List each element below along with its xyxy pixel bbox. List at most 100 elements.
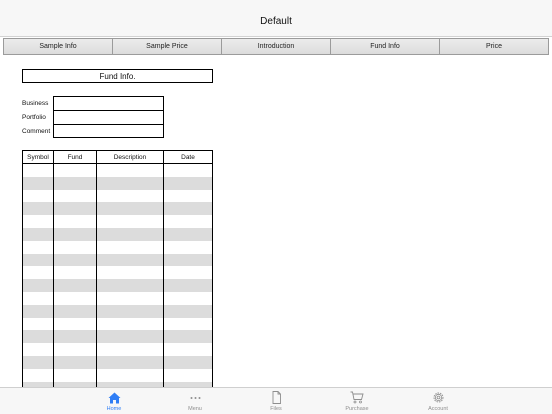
- table-cell: [23, 317, 54, 331]
- tabbar-label-menu: Menu: [188, 406, 202, 412]
- tabbar-label-home: Home: [106, 406, 122, 412]
- tab-introduction[interactable]: Introduction: [222, 39, 331, 54]
- table-row[interactable]: [23, 164, 212, 177]
- table-cell: [54, 368, 97, 382]
- table-row[interactable]: [23, 227, 212, 241]
- table-row[interactable]: [23, 317, 212, 331]
- table-row[interactable]: [23, 215, 212, 228]
- portfolio-field[interactable]: [53, 110, 164, 124]
- tabbar-label-purchase: Purchase: [345, 406, 369, 412]
- table-cell: [54, 279, 97, 292]
- table-cell: [54, 304, 97, 318]
- table-cell: [23, 253, 54, 267]
- table-cell: [97, 176, 164, 190]
- tabbar-item-home[interactable]: Home: [74, 388, 155, 414]
- table-cell: [164, 343, 212, 356]
- table-cell: [54, 176, 97, 190]
- comment-label: Comment: [22, 127, 51, 135]
- table-cell: [97, 368, 164, 382]
- table-cell: [164, 190, 212, 203]
- table-cell: [97, 164, 164, 177]
- table-cell: [54, 215, 97, 228]
- tabbar-item-files[interactable]: Files: [236, 388, 317, 414]
- table-row[interactable]: [23, 176, 212, 190]
- tabbar-item-purchase[interactable]: Purchase: [317, 388, 398, 414]
- portfolio-row: Portfolio: [22, 110, 164, 124]
- table-cell: [164, 215, 212, 228]
- tabbar-item-menu[interactable]: Menu: [155, 388, 236, 414]
- comment-field[interactable]: [53, 124, 164, 138]
- table-cell: [23, 291, 54, 305]
- table-cell: [97, 355, 164, 369]
- table-cell: [54, 330, 97, 344]
- column-header-symbol[interactable]: Symbol: [23, 151, 54, 163]
- table-cell: [164, 356, 212, 369]
- table-cell: [23, 330, 54, 344]
- table-cell: [164, 266, 212, 279]
- table-cell: [97, 240, 164, 254]
- table-cell: [164, 164, 212, 177]
- table-cell: [97, 189, 164, 203]
- tab-sample-price[interactable]: Sample Price: [113, 39, 222, 54]
- more-icon: [188, 391, 202, 404]
- table-cell: [97, 253, 164, 267]
- table-row[interactable]: [23, 253, 212, 267]
- table-cell: [164, 318, 212, 331]
- table-cell: [164, 177, 212, 190]
- table-cell: [164, 305, 212, 318]
- file-icon: [269, 391, 283, 404]
- table-cell: [164, 330, 212, 343]
- table-cell: [164, 369, 212, 382]
- table-cell: [23, 227, 54, 241]
- table-row[interactable]: [23, 355, 212, 369]
- table-row[interactable]: [23, 266, 212, 280]
- table-header: Symbol Fund Description Date: [23, 151, 212, 164]
- table-row[interactable]: [23, 291, 212, 305]
- table-cell: [54, 291, 97, 305]
- table-row[interactable]: [23, 189, 212, 203]
- table-cell: [54, 202, 97, 216]
- table-cell: [23, 189, 54, 203]
- table-cell: [97, 317, 164, 331]
- home-icon: [107, 391, 121, 404]
- table-cell: [54, 189, 97, 203]
- table-cell: [164, 279, 212, 292]
- table-cell: [97, 215, 164, 228]
- table-row[interactable]: [23, 202, 212, 216]
- table-cell: [54, 355, 97, 369]
- tabbar-item-account[interactable]: Account: [398, 388, 479, 414]
- table-cell: [54, 266, 97, 280]
- business-row: Business: [22, 96, 164, 110]
- business-label: Business: [22, 99, 49, 107]
- fund-info-heading: Fund Info.: [22, 69, 213, 83]
- table-cell: [97, 343, 164, 356]
- column-header-fund[interactable]: Fund: [54, 151, 97, 163]
- tab-fund-info[interactable]: Fund Info: [331, 39, 440, 54]
- column-header-description[interactable]: Description: [97, 151, 164, 163]
- table-cell: [23, 164, 54, 177]
- table-cell: [23, 215, 54, 228]
- table-cell: [23, 176, 54, 190]
- table-row[interactable]: [23, 330, 212, 344]
- table-row[interactable]: [23, 279, 212, 292]
- portfolio-label: Portfolio: [22, 113, 46, 121]
- cart-icon: [350, 391, 364, 404]
- business-field[interactable]: [53, 96, 164, 110]
- tab-price[interactable]: Price: [440, 39, 548, 54]
- tab-sample-info[interactable]: Sample Info: [4, 39, 113, 54]
- fund-table: Symbol Fund Description Date: [22, 150, 213, 387]
- table-cell: [23, 304, 54, 318]
- table-cell: [97, 227, 164, 241]
- column-header-date[interactable]: Date: [164, 151, 212, 163]
- table-cell: [164, 202, 212, 215]
- table-cell: [23, 279, 54, 292]
- table-cell: [97, 291, 164, 305]
- table-row[interactable]: [23, 368, 212, 382]
- table-row[interactable]: [23, 343, 212, 356]
- table-cell: [23, 266, 54, 280]
- table-cell: [54, 240, 97, 254]
- table-row[interactable]: [23, 304, 212, 318]
- table-cell: [164, 241, 212, 254]
- table-cell: [97, 330, 164, 344]
- table-row[interactable]: [23, 240, 212, 254]
